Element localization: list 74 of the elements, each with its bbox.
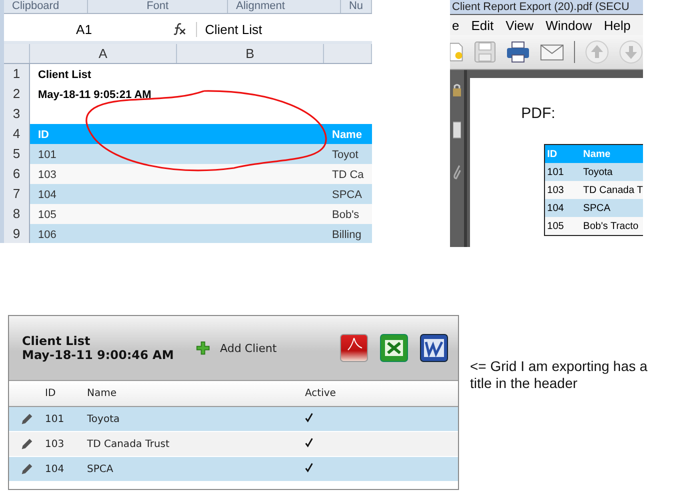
pdf-export-icon[interactable] bbox=[340, 334, 368, 362]
name-box[interactable]: A1 bbox=[4, 22, 164, 36]
table-cell: TD Canada T bbox=[583, 184, 643, 196]
grid-date: May-18-11 9:00:46 AM bbox=[22, 348, 175, 362]
ribbon-group-label: Font bbox=[88, 0, 228, 13]
table-cell: Bob's bbox=[332, 208, 360, 220]
pencil-icon[interactable] bbox=[21, 413, 33, 425]
table-cell: 105 bbox=[38, 208, 56, 220]
ribbon-group-label: Clipboard bbox=[4, 0, 88, 13]
column-header[interactable]: B bbox=[177, 44, 324, 63]
row-number[interactable]: 5 bbox=[4, 144, 30, 165]
row-number[interactable]: 1 bbox=[4, 64, 30, 85]
page-icon[interactable] bbox=[453, 120, 462, 140]
table-cell: Toyot bbox=[332, 148, 358, 160]
annotation-text: <= Grid I am exporting has a title in the header bbox=[470, 358, 648, 392]
column-header[interactable]: Name bbox=[87, 388, 305, 399]
table-cell-text: 104 bbox=[45, 464, 66, 474]
menu-item[interactable]: Edit bbox=[471, 18, 494, 32]
column-header[interactable]: A bbox=[30, 44, 177, 63]
menu-item[interactable]: View bbox=[506, 18, 534, 32]
row-number[interactable]: 3 bbox=[4, 104, 30, 125]
table-cell: 101 bbox=[38, 148, 56, 160]
table-cell-text: 104 bbox=[546, 202, 565, 214]
row-number[interactable]: 8 bbox=[4, 204, 30, 225]
row-number[interactable]: 2 bbox=[4, 84, 30, 105]
column-header: ID bbox=[546, 148, 558, 160]
table-cell-text: 101 bbox=[45, 414, 66, 424]
table-cell: Name bbox=[332, 128, 362, 140]
envelope-icon[interactable] bbox=[540, 44, 564, 60]
ribbon-group-label: Nu bbox=[340, 0, 372, 13]
table-cell-text: TD Canada Trust bbox=[87, 438, 170, 450]
row-number[interactable]: 9 bbox=[4, 224, 30, 243]
page-text: PDF: bbox=[521, 105, 556, 122]
table-cell: 104 bbox=[38, 188, 56, 200]
table-cell-text: 101 bbox=[546, 166, 565, 178]
table-cell-text: 103 bbox=[546, 184, 565, 196]
menu-item[interactable]: Help bbox=[604, 18, 631, 32]
menu-item[interactable]: e bbox=[452, 18, 460, 32]
formula-field[interactable]: Client List bbox=[196, 22, 372, 36]
table-cell: Billing bbox=[332, 228, 362, 240]
menu-item[interactable]: Window bbox=[546, 18, 592, 32]
table-cell: ID bbox=[38, 128, 49, 140]
table-cell: Toyota bbox=[583, 166, 613, 178]
table-cell: SPCA bbox=[332, 188, 362, 200]
table-cell: Client List bbox=[38, 68, 92, 80]
table-cell-text: Toyota bbox=[87, 414, 121, 424]
column-header[interactable]: ID bbox=[45, 388, 87, 399]
table-cell-text: 105 bbox=[546, 220, 565, 232]
table-cell: Bob's Tracto bbox=[583, 220, 638, 232]
table-cell: SPCA bbox=[583, 202, 610, 214]
table-cell: 106 bbox=[38, 228, 56, 240]
table-cell: TD Ca bbox=[332, 168, 364, 180]
window-title: Client Report Export (20).pdf (SECU bbox=[450, 0, 643, 14]
table-cell: 103 bbox=[38, 168, 56, 180]
ribbon-group-label: Alignment bbox=[228, 0, 341, 13]
table-cell-text: SPCA bbox=[87, 464, 114, 474]
pencil-icon[interactable] bbox=[21, 463, 33, 475]
function-icon[interactable] bbox=[172, 23, 186, 35]
pencil-icon[interactable] bbox=[21, 438, 33, 450]
table-cell-text: 103 bbox=[45, 438, 66, 450]
add-client-button[interactable]: Add Client bbox=[192, 339, 281, 357]
row-number[interactable]: 4 bbox=[4, 124, 30, 145]
column-header[interactable]: Active bbox=[305, 388, 458, 399]
column-header: Name bbox=[583, 148, 610, 160]
row-number[interactable]: 7 bbox=[4, 184, 30, 205]
excel-export-icon[interactable] bbox=[380, 334, 408, 362]
lock-icon[interactable] bbox=[453, 82, 462, 98]
plus-icon bbox=[196, 341, 210, 355]
row-number[interactable]: 6 bbox=[4, 164, 30, 185]
printer-icon[interactable] bbox=[506, 41, 530, 63]
grid-title: Client List bbox=[22, 334, 92, 348]
table-cell: May-18-11 9:05:21 AM bbox=[38, 88, 152, 100]
document-icon[interactable] bbox=[450, 41, 464, 63]
word-export-icon[interactable] bbox=[420, 334, 448, 362]
